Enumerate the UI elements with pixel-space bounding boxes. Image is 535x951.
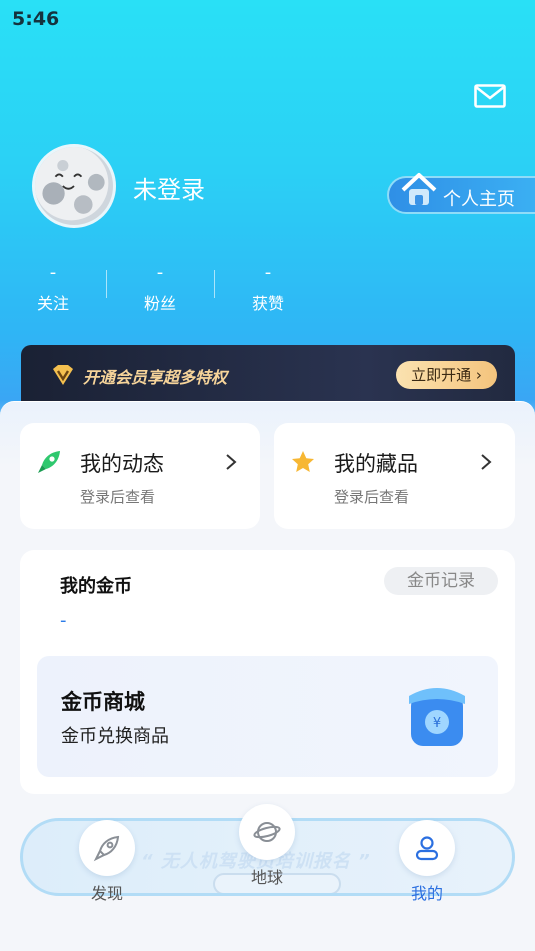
chevron-right-icon: ›	[471, 366, 482, 384]
star-icon	[292, 451, 314, 472]
my-activity-subtitle: 登录后查看	[80, 488, 156, 506]
my-collection-title: 我的藏品	[334, 452, 418, 476]
vip-open-button[interactable]: 立即开通 ›	[396, 361, 497, 389]
envelope-icon[interactable]	[474, 84, 506, 108]
avatar[interactable]	[32, 144, 116, 228]
coin-records-button[interactable]: 金币记录	[384, 567, 498, 595]
divider	[106, 270, 107, 298]
profile-home-button[interactable]: 个人主页	[387, 173, 535, 214]
vip-banner[interactable]: 开通会员享超多特权 立即开通 ›	[21, 345, 515, 403]
stat-label: 关注	[36, 294, 69, 313]
stat-label: 粉丝	[143, 294, 176, 313]
rocket-icon	[93, 835, 120, 862]
tab-discover-circle	[79, 820, 135, 876]
planet-icon	[253, 822, 281, 842]
stat-value: -	[49, 262, 57, 283]
stat-value: -	[156, 262, 164, 283]
moon-avatar-icon	[35, 147, 109, 221]
coin-mall-title: 金币商城	[61, 690, 145, 714]
stat-fans[interactable]: - 粉丝	[130, 262, 190, 314]
tab-discover-label: 发现	[90, 884, 123, 903]
coin-mall-subtitle: 金币兑换商品	[61, 726, 169, 747]
status-time: 5:46	[12, 8, 60, 30]
my-collection-card[interactable]: 我的藏品 登录后查看	[274, 423, 515, 529]
my-activity-title: 我的动态	[80, 452, 164, 476]
coins-value: -	[60, 610, 67, 631]
coin-mall-card[interactable]: 金币商城 金币兑换商品 ¥	[37, 656, 498, 777]
divider	[214, 270, 215, 298]
vip-open-label: 立即开通	[411, 366, 472, 384]
my-collection-subtitle: 登录后查看	[334, 488, 410, 506]
tab-mine-circle	[399, 820, 455, 876]
vip-badge-icon	[53, 365, 73, 385]
tab-mine-label: 我的	[410, 884, 443, 903]
coins-title: 我的金币	[60, 576, 132, 597]
tab-mine[interactable]: 我的	[391, 820, 463, 904]
shop-bag-icon: ¥	[409, 688, 465, 746]
stat-following[interactable]: - 关注	[23, 262, 83, 314]
stat-likes[interactable]: - 获赞	[238, 262, 298, 314]
home-icon	[401, 173, 437, 205]
chevron-right-icon	[226, 454, 237, 470]
stat-label: 获赞	[251, 294, 284, 313]
my-coins-card: 我的金币 - 金币记录 金币商城 金币兑换商品 ¥	[20, 550, 515, 794]
user-icon	[415, 836, 439, 861]
tab-earth-label: 地球	[250, 868, 283, 887]
tab-discover[interactable]: 发现	[71, 820, 143, 904]
profile-home-label: 个人主页	[443, 189, 515, 210]
vip-text: 开通会员享超多特权	[83, 368, 228, 387]
svg-text:¥: ¥	[433, 716, 441, 731]
username[interactable]: 未登录	[133, 170, 205, 205]
bottom-tab-bar: 发现 地球 我的	[0, 804, 535, 951]
tab-earth[interactable]: 地球	[231, 804, 303, 888]
rocket-icon	[38, 451, 60, 473]
chevron-right-icon	[481, 454, 492, 470]
my-activity-card[interactable]: 我的动态 登录后查看	[20, 423, 260, 529]
stat-value: -	[264, 262, 272, 283]
tab-earth-circle	[239, 804, 295, 860]
